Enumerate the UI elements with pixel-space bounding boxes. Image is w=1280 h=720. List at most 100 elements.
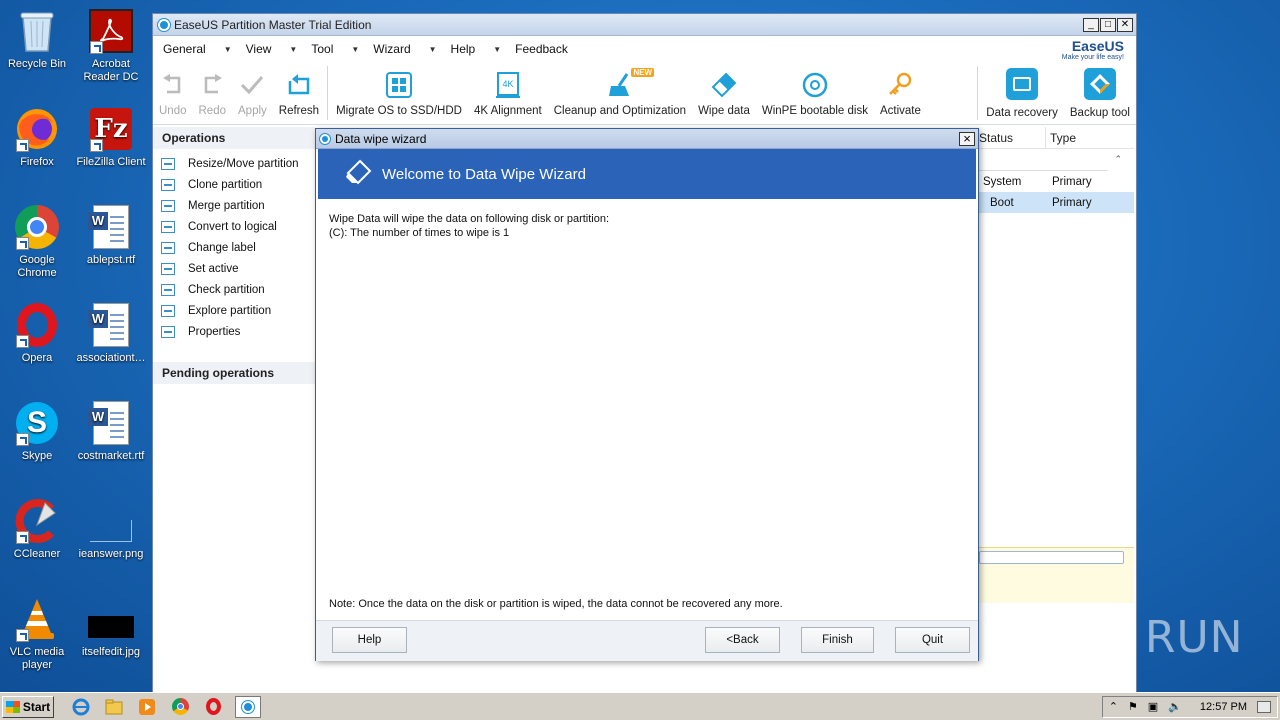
main-title-bar[interactable]: EaseUS Partition Master Trial Edition _ … — [153, 14, 1136, 36]
minimize-button[interactable]: _ — [1083, 17, 1099, 32]
desktop-icon-filezilla[interactable]: Fz FileZilla Client — [74, 106, 148, 169]
eraser-icon — [344, 159, 372, 189]
start-button[interactable]: Start — [2, 695, 54, 718]
op-clone[interactable]: Clone partition — [161, 174, 315, 195]
help-button[interactable]: Help — [332, 627, 407, 653]
desktop-icon-firefox[interactable]: Firefox — [0, 106, 74, 169]
shortcut-arrow-icon — [90, 139, 103, 152]
op-change-label[interactable]: Change label — [161, 237, 315, 258]
menu-view[interactable]: View ▼ — [246, 42, 298, 56]
op-explore[interactable]: Explore partition — [161, 300, 315, 321]
ie-taskbar-icon[interactable] — [70, 696, 92, 718]
desktop-icon-label: Firefox — [20, 156, 54, 168]
data-recovery-button[interactable]: Data recovery — [980, 62, 1064, 124]
ccleaner-icon — [14, 498, 60, 544]
taskbar-clock[interactable]: 12:57 PM — [1200, 701, 1247, 713]
desktop-icon-itselfedit[interactable]: itselfedit.jpg — [74, 596, 148, 659]
easeus-taskbar-icon[interactable] — [235, 695, 261, 718]
key-icon — [887, 72, 913, 98]
winpe-button[interactable]: WinPE bootable disk — [756, 62, 874, 124]
desktop-icon-label: Recycle Bin — [7, 58, 67, 70]
desktop-icon-ablepst[interactable]: W ablepst.rtf — [74, 204, 148, 267]
column-type[interactable]: Type — [1046, 127, 1133, 148]
activate-label: Activate — [879, 105, 921, 117]
menu-feedback[interactable]: Feedback — [515, 42, 568, 56]
operations-panel: Operations Resize/Move partition Clone p… — [153, 127, 315, 693]
quit-button[interactable]: Quit — [895, 627, 970, 653]
collapse-icon[interactable]: ⌃ — [1114, 154, 1122, 165]
migrate-os-button[interactable]: Migrate OS to SSD/HDD — [330, 62, 468, 124]
undo-button[interactable]: Undo — [153, 62, 193, 124]
desktop-icon-recycle-bin[interactable]: Recycle Bin — [0, 8, 74, 71]
wipe-data-button[interactable]: Wipe data — [692, 62, 756, 124]
menu-bar: General ▼ View ▼ Tool ▼ Wizard ▼ Help ▼ Feedb… — [153, 36, 1136, 62]
activate-button[interactable]: Activate — [874, 62, 927, 124]
cleanup-button[interactable]: NEW Cleanup and Optimization — [548, 62, 692, 124]
desktop-icon-skype[interactable]: S Skype — [0, 400, 74, 463]
menu-wizard[interactable]: Wizard ▼ — [373, 42, 436, 56]
desktop-icon-associationt[interactable]: W associationt… — [74, 302, 148, 365]
clone-icon — [161, 178, 175, 191]
skype-icon: S — [14, 400, 60, 446]
close-button[interactable]: ✕ — [1117, 17, 1133, 32]
word-doc-icon: W — [88, 302, 134, 348]
desktop-icon-ieanswer[interactable]: ieanswer.png — [74, 498, 148, 561]
dialog-line1: Wipe Data will wipe the data on followin… — [329, 213, 610, 225]
desktop-icon-ccleaner[interactable]: CCleaner — [0, 498, 74, 561]
partition-table: Status Type ⌃ System Primary Boot Primar… — [979, 127, 1134, 547]
desktop-icon-acrobat[interactable]: Acrobat Reader DC — [74, 8, 148, 84]
maximize-button[interactable]: □ — [1100, 17, 1116, 32]
column-status[interactable]: Status — [979, 127, 1046, 148]
dialog-title-bar[interactable]: Data wipe wizard × — [316, 129, 978, 149]
shortcut-arrow-icon — [16, 531, 29, 544]
explorer-taskbar-icon[interactable] — [103, 696, 125, 718]
disk-bar[interactable] — [979, 551, 1124, 564]
magnifier-icon — [161, 304, 175, 317]
finish-button[interactable]: Finish — [801, 627, 874, 653]
4k-alignment-button[interactable]: 4K 4K Alignment — [468, 62, 548, 124]
op-resize-move[interactable]: Resize/Move partition — [161, 153, 315, 174]
desktop-icon-chrome[interactable]: Google Chrome — [0, 204, 74, 280]
desktop-icon-vlc[interactable]: VLC media player — [0, 596, 74, 672]
apply-button[interactable]: Apply — [232, 62, 273, 124]
chrome-taskbar-icon[interactable] — [169, 696, 191, 718]
menu-tool[interactable]: Tool ▼ — [311, 42, 359, 56]
show-hidden-icons-icon[interactable]: ⌃ — [1109, 700, 1118, 713]
dialog-close-button[interactable]: × — [959, 131, 975, 146]
cleanup-label: Cleanup and Optimization — [553, 105, 687, 117]
desktop-icon-label: itselfedit.jpg — [81, 646, 141, 658]
shortcut-arrow-icon — [16, 433, 29, 446]
opera-icon — [14, 302, 60, 348]
op-properties[interactable]: Properties — [161, 321, 315, 342]
op-convert-logical[interactable]: Convert to logical — [161, 216, 315, 237]
shortcut-arrow-icon — [16, 237, 29, 250]
table-header: Status Type — [979, 127, 1134, 149]
undo-icon — [160, 72, 186, 98]
menu-general[interactable]: General ▼ — [163, 42, 232, 56]
backup-tool-button[interactable]: Backup tool — [1064, 62, 1136, 124]
action-center-flag-icon[interactable]: ⚑ — [1128, 700, 1138, 713]
filezilla-icon: Fz — [88, 106, 134, 152]
back-button[interactable]: <Back — [705, 627, 780, 653]
desktop-icon-label: VLC media player — [9, 646, 65, 671]
desktop-icon-label: ieanswer.png — [78, 548, 144, 560]
table-row[interactable]: Boot Primary — [979, 192, 1134, 213]
op-check-partition[interactable]: Check partition — [161, 279, 315, 300]
op-merge[interactable]: Merge partition — [161, 195, 315, 216]
media-player-taskbar-icon[interactable] — [136, 696, 158, 718]
desktop-icon-costmarket[interactable]: W costmarket.rtf — [74, 400, 148, 463]
show-desktop-icon[interactable] — [1257, 700, 1271, 713]
desktop-icon-opera[interactable]: Opera — [0, 302, 74, 365]
redo-button[interactable]: Redo — [193, 62, 233, 124]
op-set-active[interactable]: Set active — [161, 258, 315, 279]
menu-help[interactable]: Help ▼ — [451, 42, 502, 56]
refresh-label: Refresh — [278, 105, 320, 117]
op-label: Clone partition — [188, 178, 263, 191]
table-row[interactable]: System Primary — [979, 171, 1134, 192]
window-title: EaseUS Partition Master Trial Edition — [174, 17, 372, 32]
eraser-icon — [711, 72, 737, 98]
volume-icon[interactable]: 🔈 — [1168, 700, 1182, 713]
opera-taskbar-icon[interactable] — [202, 696, 224, 718]
refresh-button[interactable]: Refresh — [273, 62, 325, 124]
network-icon[interactable]: ▣ — [1148, 700, 1158, 713]
